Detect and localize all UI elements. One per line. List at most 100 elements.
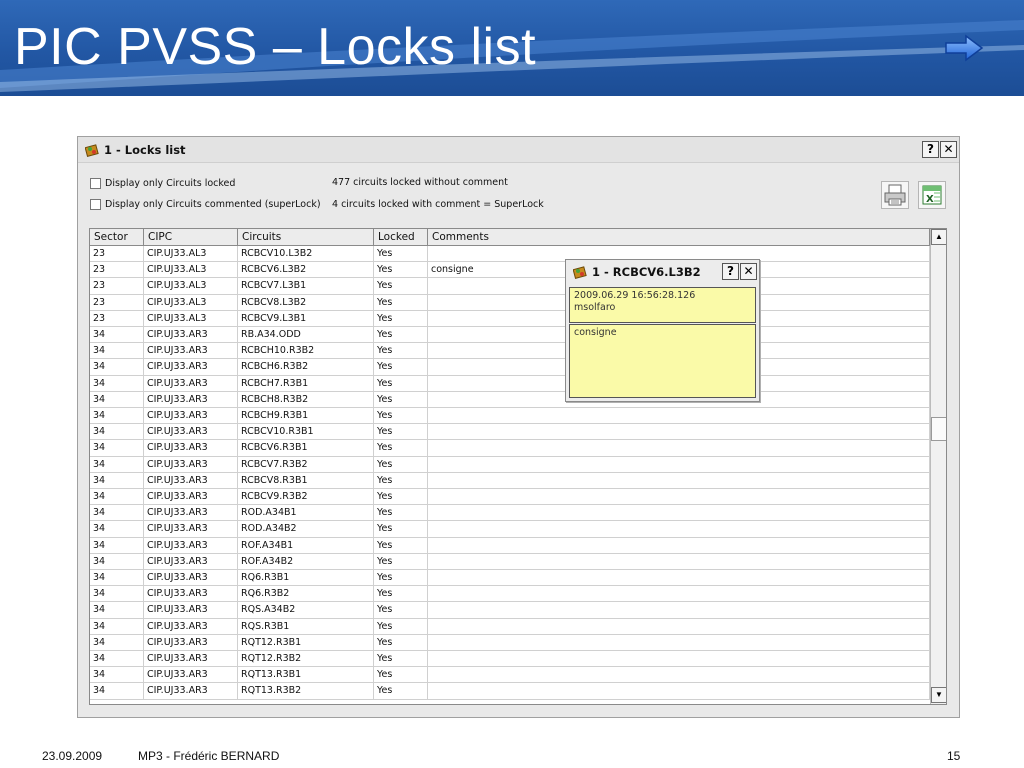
column-header-comments[interactable]: Comments — [428, 229, 930, 246]
cell-comment — [428, 651, 930, 667]
table-row[interactable]: 34 CIP.UJ33.AR3 RCBCV9.R3B2 Yes — [90, 489, 930, 506]
table-row[interactable]: 23 CIP.UJ33.AL3 RCBCV8.L3B2 Yes — [90, 294, 930, 311]
cell-locked: Yes — [374, 651, 428, 667]
table-row[interactable]: 34 CIP.UJ33.AR3 RQ6.R3B2 Yes — [90, 586, 930, 603]
cell-sector: 34 — [90, 602, 144, 619]
column-header-circuits[interactable]: Circuits — [238, 229, 374, 246]
column-header-sector[interactable]: Sector — [90, 229, 144, 246]
table-row[interactable]: 34 CIP.UJ33.AR3 RCBCH6.R3B2 Yes — [90, 359, 930, 376]
slide-header: PIC PVSS – Locks list — [0, 0, 1024, 96]
panel-icon — [85, 144, 99, 157]
cell-locked: Yes — [374, 327, 428, 343]
cell-sector: 34 — [90, 667, 144, 684]
cell-locked: Yes — [374, 570, 428, 586]
cell-comment — [428, 618, 930, 635]
table-row[interactable]: 34 CIP.UJ33.AR3 ROD.A34B2 Yes — [90, 521, 930, 538]
cell-circuit: RQT12.R3B2 — [238, 651, 374, 667]
popup-close-button[interactable]: ✕ — [740, 263, 757, 280]
table-header: Sector CIPC Circuits Locked Comments — [90, 229, 930, 246]
cell-cipc: CIP.UJ33.AR3 — [144, 391, 238, 408]
lock-info-box: 2009.06.29 16:56:28.126 msolfaro — [569, 287, 756, 323]
column-header-locked[interactable]: Locked — [374, 229, 428, 246]
cell-circuit: RQT13.R3B2 — [238, 683, 374, 700]
panel-icon — [573, 266, 587, 279]
table-row[interactable]: 34 CIP.UJ33.AR3 ROD.A34B1 Yes — [90, 505, 930, 522]
cell-sector: 34 — [90, 553, 144, 570]
cell-comment — [428, 602, 930, 619]
table-row[interactable]: 34 CIP.UJ33.AR3 RQT12.R3B2 Yes — [90, 651, 930, 668]
cell-locked: Yes — [374, 472, 428, 489]
cell-cipc: CIP.UJ33.AL3 — [144, 278, 238, 295]
cell-sector: 34 — [90, 391, 144, 408]
scroll-thumb[interactable] — [931, 417, 946, 441]
print-button[interactable] — [881, 181, 909, 209]
cell-comment — [428, 521, 930, 538]
table-row[interactable]: 34 CIP.UJ33.AR3 RCBCV8.R3B1 Yes — [90, 472, 930, 489]
cell-cipc: CIP.UJ33.AR3 — [144, 602, 238, 619]
cell-comment — [428, 634, 930, 651]
table-row[interactable]: 34 CIP.UJ33.AR3 RQS.R3B1 Yes — [90, 618, 930, 635]
scroll-down-button[interactable]: ▼ — [931, 687, 946, 703]
cell-circuit: RB.A34.ODD — [238, 327, 374, 343]
cell-circuit: RCBCH7.R3B1 — [238, 375, 374, 392]
cell-circuit: RQS.A34B2 — [238, 602, 374, 619]
window-titlebar[interactable]: 1 - Locks list ? ✕ — [78, 137, 959, 163]
cell-locked: Yes — [374, 618, 428, 635]
cell-circuit: RCBCV10.L3B2 — [238, 246, 374, 262]
cell-sector: 34 — [90, 521, 144, 538]
popup-help-button[interactable]: ? — [722, 263, 739, 280]
comment-textarea[interactable]: consigne — [569, 324, 756, 398]
popup-titlebar[interactable]: 1 - RCBCV6.L3B2 ? ✕ — [566, 260, 759, 284]
help-button[interactable]: ? — [922, 141, 939, 158]
cell-cipc: CIP.UJ33.AL3 — [144, 310, 238, 327]
cell-locked: Yes — [374, 602, 428, 619]
cell-cipc: CIP.UJ33.AR3 — [144, 359, 238, 376]
cell-cipc: CIP.UJ33.AR3 — [144, 424, 238, 441]
cell-circuit: RCBCV7.L3B1 — [238, 278, 374, 295]
table-row[interactable]: 23 CIP.UJ33.AL3 RCBCV9.L3B1 Yes — [90, 310, 930, 327]
table-row[interactable]: 23 CIP.UJ33.AL3 RCBCV7.L3B1 Yes — [90, 278, 930, 295]
table-row[interactable]: 34 CIP.UJ33.AR3 RCBCH10.R3B2 Yes — [90, 343, 930, 360]
display-locked-checkbox[interactable] — [90, 178, 101, 189]
cell-circuit: RQ6.R3B2 — [238, 586, 374, 603]
cell-locked: Yes — [374, 521, 428, 538]
cell-cipc: CIP.UJ33.AR3 — [144, 634, 238, 651]
display-commented-checkbox[interactable] — [90, 199, 101, 210]
table-row[interactable]: 34 CIP.UJ33.AR3 ROF.A34B1 Yes — [90, 537, 930, 554]
cell-sector: 34 — [90, 570, 144, 586]
table-row[interactable]: 34 CIP.UJ33.AR3 RQ6.R3B1 Yes — [90, 570, 930, 587]
cell-circuit: RQS.R3B1 — [238, 618, 374, 635]
cell-cipc: CIP.UJ33.AR3 — [144, 521, 238, 538]
table-row[interactable]: 34 CIP.UJ33.AR3 RCBCV7.R3B2 Yes — [90, 456, 930, 473]
column-header-cipc[interactable]: CIPC — [144, 229, 238, 246]
cell-cipc: CIP.UJ33.AR3 — [144, 456, 238, 473]
table-row[interactable]: 34 CIP.UJ33.AR3 RCBCV10.R3B1 Yes — [90, 424, 930, 441]
table-row[interactable]: 34 CIP.UJ33.AR3 RCBCV6.R3B1 Yes — [90, 440, 930, 457]
table-row[interactable]: 34 CIP.UJ33.AR3 RQT13.R3B2 Yes — [90, 683, 930, 700]
table-row[interactable]: 34 CIP.UJ33.AR3 RQT13.R3B1 Yes — [90, 667, 930, 684]
right-arrow-icon[interactable] — [944, 34, 984, 62]
printer-icon — [884, 184, 906, 206]
table-row[interactable]: 23 CIP.UJ33.AL3 RCBCV10.L3B2 Yes — [90, 246, 930, 263]
cell-circuit: RCBCH9.R3B1 — [238, 408, 374, 424]
cell-locked: Yes — [374, 634, 428, 651]
table-row[interactable]: 34 CIP.UJ33.AR3 RB.A34.ODD Yes — [90, 327, 930, 344]
table-row[interactable]: 34 CIP.UJ33.AR3 RCBCH7.R3B1 Yes — [90, 375, 930, 392]
table-row[interactable]: 23 CIP.UJ33.AL3 RCBCV6.L3B2 Yes consigne — [90, 262, 930, 279]
table-row[interactable]: 34 CIP.UJ33.AR3 ROF.A34B2 Yes — [90, 553, 930, 570]
scroll-up-button[interactable]: ▲ — [931, 229, 946, 245]
cell-circuit: RQT13.R3B1 — [238, 667, 374, 684]
cell-locked: Yes — [374, 294, 428, 311]
page-number: 15 — [947, 749, 961, 763]
cell-sector: 34 — [90, 505, 144, 522]
locks-list-window: 1 - Locks list ? ✕ Display only Circuits… — [77, 136, 960, 718]
table-row[interactable]: 34 CIP.UJ33.AR3 RCBCH8.R3B2 Yes — [90, 391, 930, 408]
table-row[interactable]: 34 CIP.UJ33.AR3 RCBCH9.R3B1 Yes — [90, 408, 930, 425]
table-row[interactable]: 34 CIP.UJ33.AR3 RQT12.R3B1 Yes — [90, 634, 930, 651]
close-button[interactable]: ✕ — [940, 141, 957, 158]
vertical-scrollbar[interactable]: ▲ ▼ — [930, 229, 946, 704]
display-locked-label: Display only Circuits locked — [105, 178, 236, 189]
table-row[interactable]: 34 CIP.UJ33.AR3 RQS.A34B2 Yes — [90, 602, 930, 619]
cell-circuit: RCBCV10.R3B1 — [238, 424, 374, 441]
export-excel-button[interactable]: X — [918, 181, 946, 209]
